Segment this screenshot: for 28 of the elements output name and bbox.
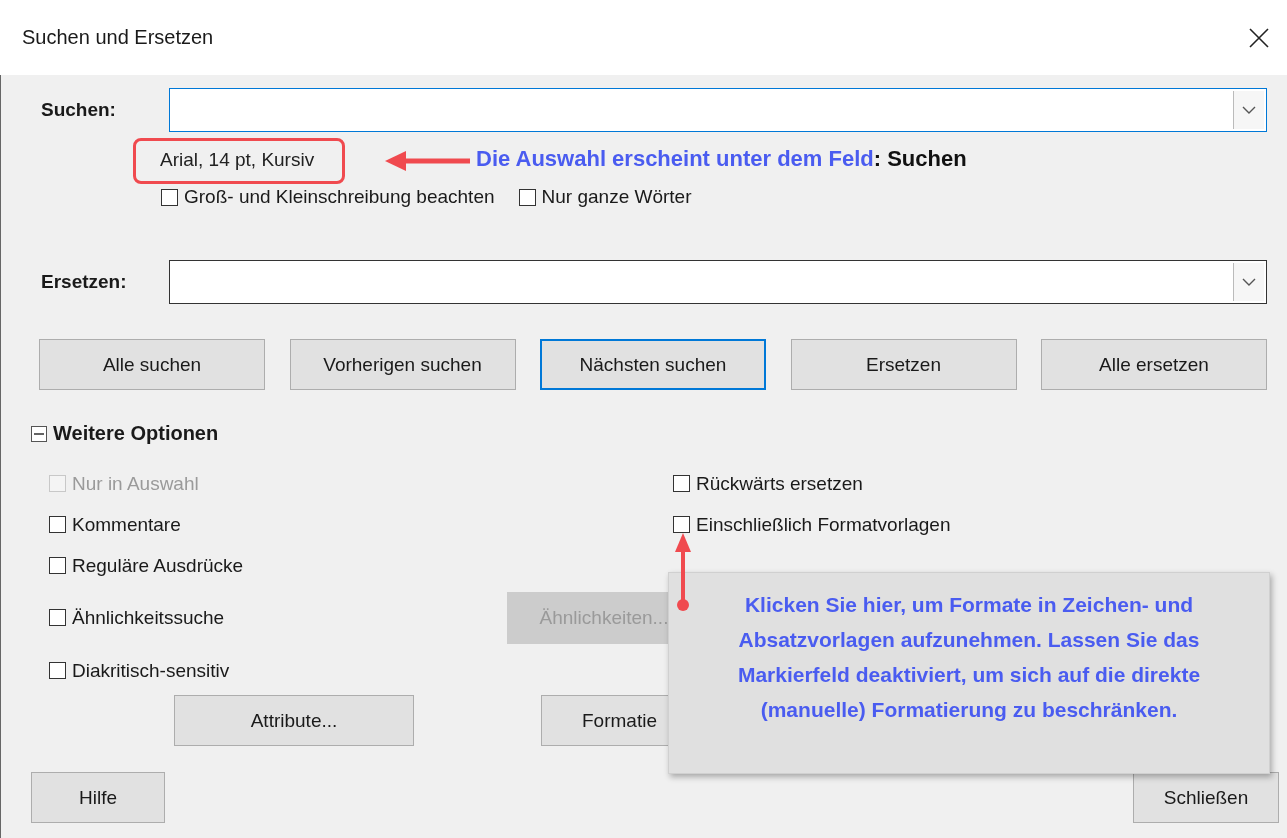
checkbox[interactable]: Einschließlich Formatvorlagen	[673, 513, 951, 536]
combo-box-field[interactable]	[169, 88, 1267, 132]
action-button[interactable]: Alle ersetzen	[1041, 339, 1267, 390]
annotation-text: Die Auswahl erscheint unter dem Feld	[476, 146, 874, 172]
callout-tooltip: Klicken Sie hier, um Formate in Zeichen- und Absatzvorlagen aufzunehmen. Lassen Sie das Markierfeld deaktiviert, um sich auf die direkte (manuelle) Formatierung zu beschränken.	[668, 572, 1270, 774]
format-button[interactable]: Attribute...	[174, 695, 414, 746]
field-label: Ersetzen:	[40, 271, 128, 293]
checkbox[interactable]: Kommentare	[49, 513, 181, 536]
annotation-field-name: : Suchen	[873, 146, 967, 172]
checkbox[interactable]: Diakritisch-sensitiv	[49, 659, 230, 682]
checkbox[interactable]: Nur ganze Wörter	[518, 186, 692, 208]
format-summary: Arial, 14 pt, Kursiv	[133, 138, 346, 184]
action-button[interactable]: Vorherigen suchen	[289, 339, 516, 390]
checkbox[interactable]: Rückwärts ersetzen	[673, 472, 863, 495]
combo-box-field[interactable]	[169, 260, 1267, 304]
action-button[interactable]: Alle suchen	[39, 339, 265, 390]
window-title: Suchen und Ersetzen	[22, 26, 214, 49]
help-button[interactable]: Hilfe	[31, 772, 165, 823]
checkbox[interactable]: Reguläre Ausdrücke	[49, 554, 244, 577]
collapse-icon[interactable]	[31, 425, 47, 442]
field-label: Suchen:	[40, 99, 117, 121]
action-button[interactable]: Ersetzen	[790, 339, 1017, 390]
section-heading: Weitere Optionen	[53, 422, 219, 445]
close-icon[interactable]	[1249, 27, 1269, 48]
checkbox[interactable]: Ähnlichkeitssuche	[49, 606, 225, 629]
close-button[interactable]: Schließen	[1133, 772, 1279, 823]
action-button[interactable]: Nächsten suchen	[540, 339, 766, 390]
checkbox[interactable]: Groß- und Kleinschreibung beachten	[161, 186, 495, 208]
